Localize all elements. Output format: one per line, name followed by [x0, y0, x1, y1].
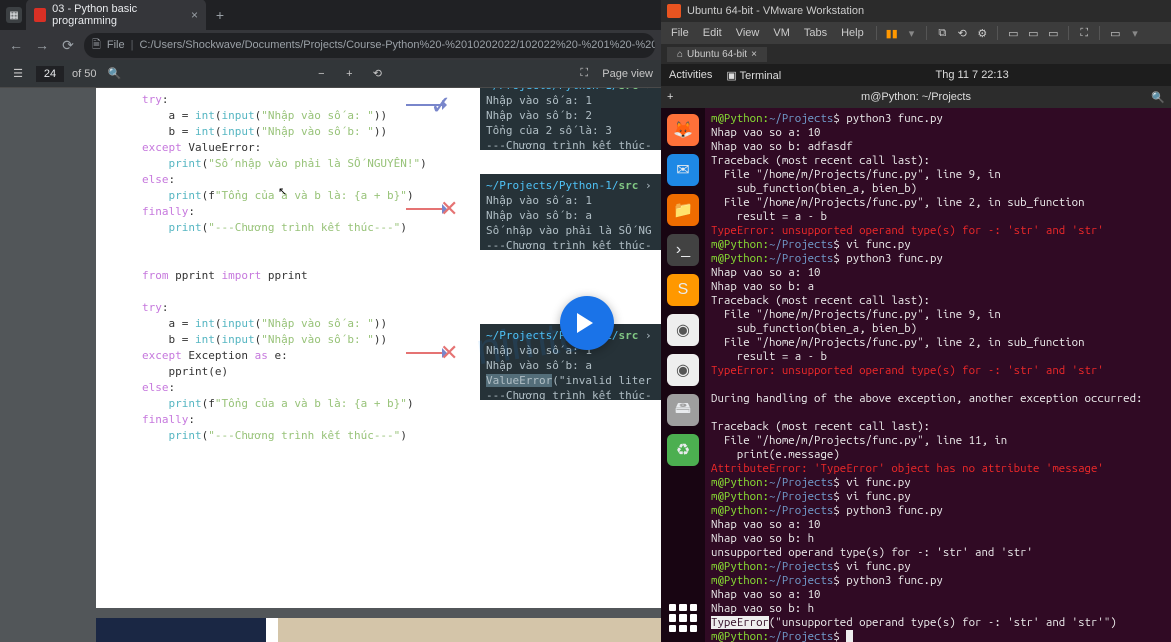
home-icon: ⌂: [677, 49, 683, 60]
menu-help[interactable]: Help: [835, 25, 870, 41]
url-box[interactable]: 🗎 File | C:/Users/Shockwave/Documents/Pr…: [84, 33, 655, 58]
manage-icon[interactable]: ⚙: [973, 24, 991, 42]
gnome-topbar: Activities ▣ Terminal Thg 11 7 22:13: [661, 64, 1171, 86]
cross-icon: ✕: [440, 340, 458, 366]
active-app[interactable]: ▣ Terminal: [726, 69, 781, 82]
forward-button[interactable]: →: [32, 35, 52, 55]
clock[interactable]: Thg 11 7 22:13: [936, 69, 1009, 81]
vm-tab[interactable]: ⌂ Ubuntu 64-bit ×: [667, 47, 767, 62]
page-view-label: Page view: [602, 68, 653, 80]
terminal-output[interactable]: m@Python:~/Projects$ python3 func.py Nha…: [705, 108, 1171, 642]
firefox-icon[interactable]: 🦊: [667, 114, 699, 146]
menu-vm[interactable]: VM: [767, 25, 796, 41]
tab-title: 03 - Python basic programming: [52, 3, 185, 27]
new-tab-button[interactable]: +: [667, 91, 673, 103]
cursor-icon: ↖: [278, 185, 287, 198]
code-block-1: try: a = int(input("Nhập vào số a: ")) b…: [142, 92, 427, 236]
unity-icon[interactable]: ▭: [1044, 24, 1062, 42]
sidebar-toggle-icon[interactable]: ☰: [8, 64, 28, 84]
close-icon[interactable]: ×: [751, 49, 757, 60]
page-input[interactable]: [36, 66, 64, 82]
activities-button[interactable]: Activities: [669, 69, 712, 82]
vmware-tabbar: ⌂ Ubuntu 64-bit ×: [661, 44, 1171, 64]
app-grid-icon[interactable]: [669, 604, 697, 632]
page-total: of 50: [72, 68, 96, 80]
address-bar: ← → ⟳ 🗎 File | C:/Users/Shockwave/Docume…: [0, 30, 661, 60]
new-tab-button[interactable]: +: [210, 5, 230, 25]
vmware-titlebar: Ubuntu 64-bit - VMware Workstation: [661, 0, 1171, 22]
cycle-icon[interactable]: ▭: [1106, 24, 1124, 42]
pause-button[interactable]: ▮▮: [883, 24, 901, 42]
console-output-2: ~/Projects/Python-1/src › Nhập vào số a:…: [480, 174, 661, 250]
revert-icon[interactable]: ⟲: [953, 24, 971, 42]
favicon-icon: [34, 8, 46, 22]
vmware-window: Ubuntu 64-bit - VMware Workstation File …: [661, 0, 1171, 642]
menu-file[interactable]: File: [665, 25, 695, 41]
checkmark-icon: ✓: [430, 90, 452, 121]
console-output-1: ~/Projects/Python-1/src › Nhập vào số a:…: [480, 88, 661, 150]
file-icon: 🗎: [92, 36, 101, 55]
trash-icon[interactable]: ♻: [667, 434, 699, 466]
ubuntu-desktop: Activities ▣ Terminal Thg 11 7 22:13 + m…: [661, 64, 1171, 642]
tabstrip: ▦ 03 - Python basic programming × +: [0, 0, 661, 30]
fullscreen-icon[interactable]: ⛶: [1075, 24, 1093, 42]
url-prefix: File: [107, 39, 125, 51]
fit-icon[interactable]: ⛶: [574, 64, 594, 84]
terminal-icon[interactable]: ›_: [667, 234, 699, 266]
next-page-preview: [0, 618, 661, 642]
reload-button[interactable]: ⟳: [58, 35, 78, 55]
disc-icon[interactable]: ◉: [667, 314, 699, 346]
terminal-titlebar: + m@Python: ~/Projects 🔍: [661, 86, 1171, 108]
vmware-title: Ubuntu 64-bit - VMware Workstation: [687, 5, 864, 17]
multi-icon[interactable]: ▭: [1024, 24, 1042, 42]
close-icon[interactable]: ×: [191, 8, 198, 22]
disc-icon[interactable]: ◉: [667, 354, 699, 386]
zoom-out-button[interactable]: −: [311, 64, 331, 84]
ubuntu-dock: 🦊 ✉ 📁 ›_ S ◉ ◉ 🖴 ♻: [661, 108, 705, 642]
play-button[interactable]: [560, 296, 614, 350]
files-icon[interactable]: 📁: [667, 194, 699, 226]
pdf-viewport[interactable]: try: a = int(input("Nhập vào số a: ")) b…: [0, 88, 661, 642]
ubuntu-icon: [667, 4, 681, 18]
cross-icon: ✕: [440, 196, 458, 222]
menu-view[interactable]: View: [730, 25, 766, 41]
menu-tabs[interactable]: Tabs: [798, 25, 833, 41]
app-menu-icon[interactable]: ▦: [6, 7, 22, 23]
search-icon[interactable]: 🔍: [104, 64, 124, 84]
zoom-in-button[interactable]: +: [339, 64, 359, 84]
browser-tab[interactable]: 03 - Python basic programming ×: [26, 0, 206, 31]
sublime-icon[interactable]: S: [667, 274, 699, 306]
back-button[interactable]: ←: [6, 35, 26, 55]
url-text: C:/Users/Shockwave/Documents/Projects/Co…: [139, 39, 655, 51]
thunderbird-icon[interactable]: ✉: [667, 154, 699, 186]
terminal-title: m@Python: ~/Projects: [861, 91, 971, 103]
menu-edit[interactable]: Edit: [697, 25, 728, 41]
snapshot-icon[interactable]: ⧉: [933, 24, 951, 42]
rotate-icon[interactable]: ⟲: [367, 64, 387, 84]
vmware-menubar: File Edit View VM Tabs Help ▮▮ ▾ ⧉ ⟲ ⚙ ▭…: [661, 22, 1171, 44]
screen-icon[interactable]: ▭: [1004, 24, 1022, 42]
search-icon[interactable]: 🔍: [1151, 91, 1165, 104]
pdf-toolbar: ☰ of 50 🔍 − + ⟲ ⛶ Page view: [0, 60, 661, 88]
drive-icon[interactable]: 🖴: [667, 394, 699, 426]
code-block-2: from pprint import pprint try: a = int(i…: [142, 268, 414, 444]
